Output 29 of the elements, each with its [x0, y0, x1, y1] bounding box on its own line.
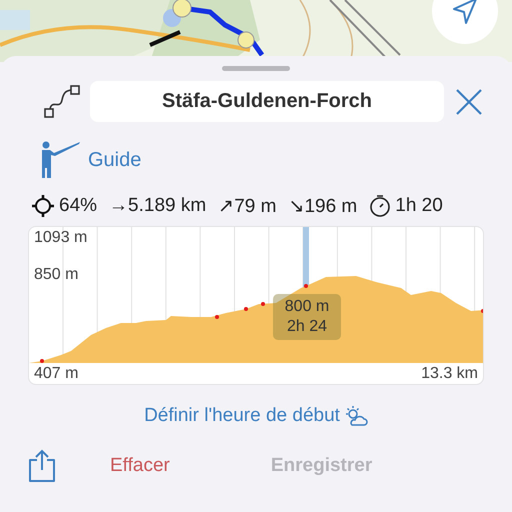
crosshair-icon	[31, 194, 55, 218]
waypoint-dot	[304, 284, 308, 288]
navigation-arrow-icon	[452, 0, 478, 25]
guide-link[interactable]: Guide	[88, 148, 142, 172]
distance-label: 13.3 km	[421, 365, 478, 383]
route-icon	[44, 84, 80, 120]
route-stat: 1h 20	[395, 195, 443, 217]
mid-elevation-label: 850 m	[34, 266, 78, 284]
waypoint-dot	[215, 315, 219, 319]
waypoint-dot	[244, 307, 248, 311]
tooltip-text: 800 m	[284, 297, 330, 317]
route-stat: ↘196 m	[288, 195, 358, 218]
drag-handle[interactable]	[222, 66, 290, 71]
share-button[interactable]	[28, 449, 56, 483]
start-time-button[interactable]: Définir l'heure de début	[144, 405, 368, 427]
min-elevation-label: 407 m	[34, 365, 78, 383]
guide-figure-icon	[40, 140, 80, 180]
route-stat: 64%	[59, 195, 98, 217]
route-name-field[interactable]: Stäfa-Guldenen-Forch	[90, 81, 444, 122]
stopwatch-icon	[369, 194, 392, 218]
waypoint-dot	[261, 302, 265, 306]
delete-button[interactable]: Effacer	[110, 455, 170, 477]
close-button[interactable]	[454, 86, 484, 116]
route-stat: →5.189 km	[109, 195, 206, 217]
sun-cloud-icon	[344, 405, 368, 427]
waypoint-dot	[40, 359, 44, 363]
tooltip-text: 2h 24	[286, 317, 328, 337]
max-elevation-label: 1093 m	[34, 229, 88, 247]
route-stat: ↗79 m	[218, 195, 276, 218]
